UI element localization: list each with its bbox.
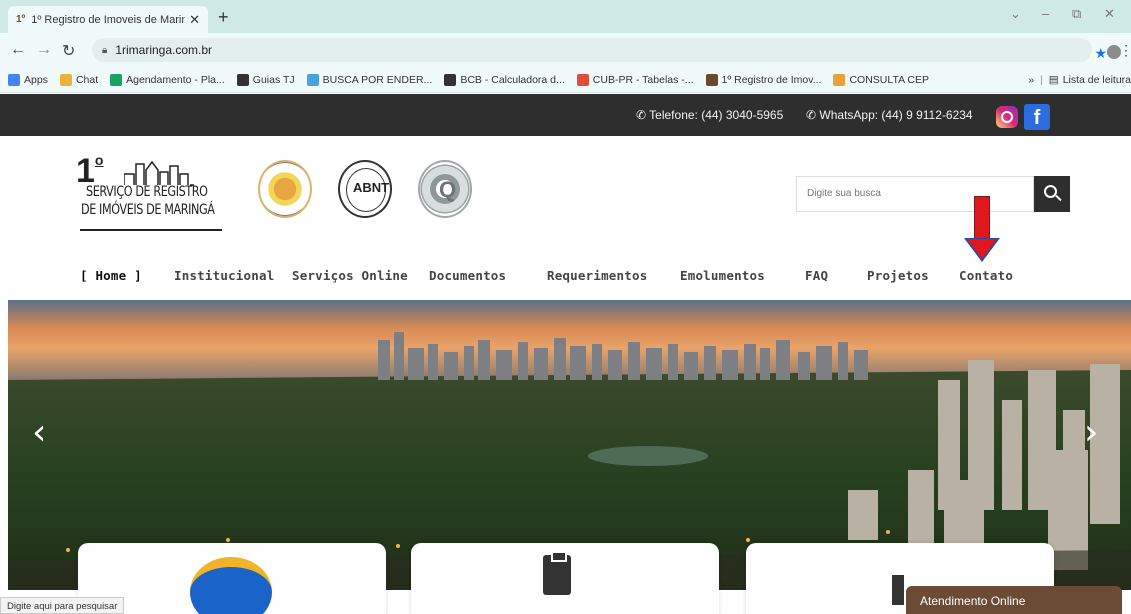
status-bar-tooltip: Digite aqui para pesquisar	[0, 597, 125, 614]
nav-faq[interactable]: FAQ	[805, 268, 828, 283]
service-card-2[interactable]	[411, 543, 719, 614]
nav-requerimentos[interactable]: Requerimentos	[547, 268, 647, 283]
whatsapp-contact[interactable]: ✆ WhatsApp: (44) 9 9112-6234	[806, 108, 973, 122]
annotation-arrow-shaft	[974, 196, 990, 240]
more-bookmarks-icon[interactable]: »	[1028, 74, 1034, 86]
new-tab-icon[interactable]: +	[218, 7, 229, 28]
globe-logo-icon	[190, 557, 272, 614]
bookmarks-bar: Apps Chat Agendamento - Pla... Guias TJ BUSC…	[0, 67, 1131, 93]
clipboard-icon	[543, 551, 571, 595]
chat-icon	[59, 73, 72, 86]
bookmark-item[interactable]: Guias TJ	[236, 73, 295, 86]
bookmark-label: Guias TJ	[252, 73, 295, 86]
quality-seal-icon: Q	[418, 160, 472, 218]
bookmark-label: Agendamento - Pla...	[126, 73, 225, 86]
phone-contact[interactable]: ✆ Telefone: (44) 3040-5965	[636, 108, 783, 122]
instagram-icon[interactable]	[996, 106, 1018, 128]
bookmark-label: Apps	[24, 73, 48, 86]
calendar-icon	[110, 73, 123, 86]
bookmark-item[interactable]: Chat	[59, 73, 99, 86]
browser-menu-icon[interactable]: ⋮	[1119, 42, 1131, 59]
reload-icon[interactable]: ↻	[62, 41, 75, 61]
url-text: 1rimaringa.com.br	[115, 43, 213, 57]
bookmark-item[interactable]: 1º Registro de Imov...	[705, 73, 822, 86]
search-page-icon	[306, 73, 319, 86]
bookmark-star-icon[interactable]: ★	[1094, 45, 1107, 62]
facebook-icon[interactable]: f	[1024, 104, 1050, 130]
bookmark-label: BUSCA POR ENDER...	[322, 73, 433, 86]
nav-documentos[interactable]: Documentos	[429, 268, 506, 283]
nav-servicos-online[interactable]: Serviços Online	[292, 268, 408, 283]
restore-icon[interactable]: ⧉	[1072, 6, 1081, 22]
tab-bar: 1º 1º Registro de Imoveis de Marin ✕ + ⌄…	[0, 0, 1131, 33]
reading-list-button[interactable]: Lista de leitura	[1063, 74, 1131, 86]
nav-emolumentos[interactable]: Emolumentos	[680, 268, 765, 283]
close-tab-icon[interactable]: ✕	[189, 12, 200, 28]
logo-line-1: SERVIÇO DE REGISTRO	[86, 184, 208, 200]
search-button[interactable]	[1034, 176, 1070, 212]
abnt-seal-icon: ABNT	[338, 160, 392, 218]
browser-window: 1º 1º Registro de Imoveis de Marin ✕ + ⌄…	[0, 0, 1131, 614]
bookmark-item[interactable]: Apps	[8, 73, 48, 86]
lock-icon[interactable]: 🔒︎	[102, 45, 107, 56]
site-favicon-icon: 1º	[16, 14, 26, 25]
bolt-icon	[576, 73, 589, 86]
skyline-logo-icon	[124, 160, 194, 186]
bookmark-label: CUB-PR - Tabelas -...	[592, 73, 694, 86]
reading-list-icon: ▤	[1048, 74, 1059, 86]
tab-search-chevron-icon[interactable]: ⌄	[1010, 6, 1021, 22]
site-logo[interactable]: 1o SERVIÇO DE REGISTRO DE IMÓVEIS DE MAR…	[76, 152, 248, 232]
apps-grid-icon	[8, 73, 20, 86]
bookmark-label: 1º Registro de Imov...	[721, 73, 822, 86]
bookmark-label: BCB - Calculadora d...	[460, 73, 565, 86]
site-contact-bar: ✆ Telefone: (44) 3040-5965 ✆ WhatsApp: (…	[0, 94, 1131, 136]
bookmark-item[interactable]: BUSCA POR ENDER...	[306, 73, 433, 86]
globe-icon	[444, 73, 457, 86]
phone-text: Telefone: (44) 3040-5965	[649, 108, 784, 122]
bookmark-item[interactable]: CONSULTA CEP	[833, 73, 930, 86]
search-input[interactable]: Digite sua busca	[796, 176, 1034, 212]
bookmark-label: CONSULTA CEP	[849, 73, 930, 86]
main-nav: [ Home ] Institucional Serviços Online D…	[0, 254, 1131, 298]
social-responsibility-seal-icon	[258, 160, 312, 218]
bookmarks-right: » | ▤ Lista de leitura	[1020, 67, 1131, 92]
tab-title: 1º Registro de Imoveis de Marin	[31, 13, 186, 26]
nav-institucional[interactable]: Institucional	[174, 268, 274, 283]
nav-contato[interactable]: Contato	[959, 268, 1013, 283]
minimize-icon[interactable]: –	[1042, 6, 1049, 21]
close-window-icon[interactable]: ✕	[1104, 6, 1115, 22]
forward-icon[interactable]: →	[36, 41, 52, 59]
slider-prev-icon[interactable]: ‹	[32, 412, 46, 453]
whatsapp-text: WhatsApp: (44) 9 9112-6234	[819, 108, 973, 122]
logo-line-2: DE IMÓVEIS DE MARINGÁ	[81, 202, 215, 218]
bookmark-item[interactable]: BCB - Calculadora d...	[444, 73, 565, 86]
download-arrow-icon	[892, 575, 904, 605]
address-bar-row: ← → ↻ 🔒︎ 1rimaringa.com.br ★ ⋮	[0, 33, 1131, 67]
bookmark-item[interactable]: CUB-PR - Tabelas -...	[576, 73, 694, 86]
browser-tab[interactable]: 1º 1º Registro de Imoveis de Marin ✕	[8, 6, 208, 33]
back-icon[interactable]: ←	[10, 41, 26, 59]
slider-next-icon[interactable]: ›	[1084, 412, 1098, 453]
bookmark-label: Chat	[75, 73, 99, 86]
registry-icon	[705, 73, 718, 86]
online-support-button[interactable]: Atendimento Online	[906, 586, 1122, 614]
logo-underline	[80, 229, 222, 231]
url-field[interactable]: 🔒︎ 1rimaringa.com.br	[92, 38, 1092, 62]
cep-icon	[833, 73, 846, 86]
nav-projetos[interactable]: Projetos	[867, 268, 929, 283]
bookmark-item[interactable]: Agendamento - Pla...	[110, 73, 225, 86]
nav-home[interactable]: [ Home ]	[80, 268, 142, 283]
globe-icon	[236, 73, 249, 86]
